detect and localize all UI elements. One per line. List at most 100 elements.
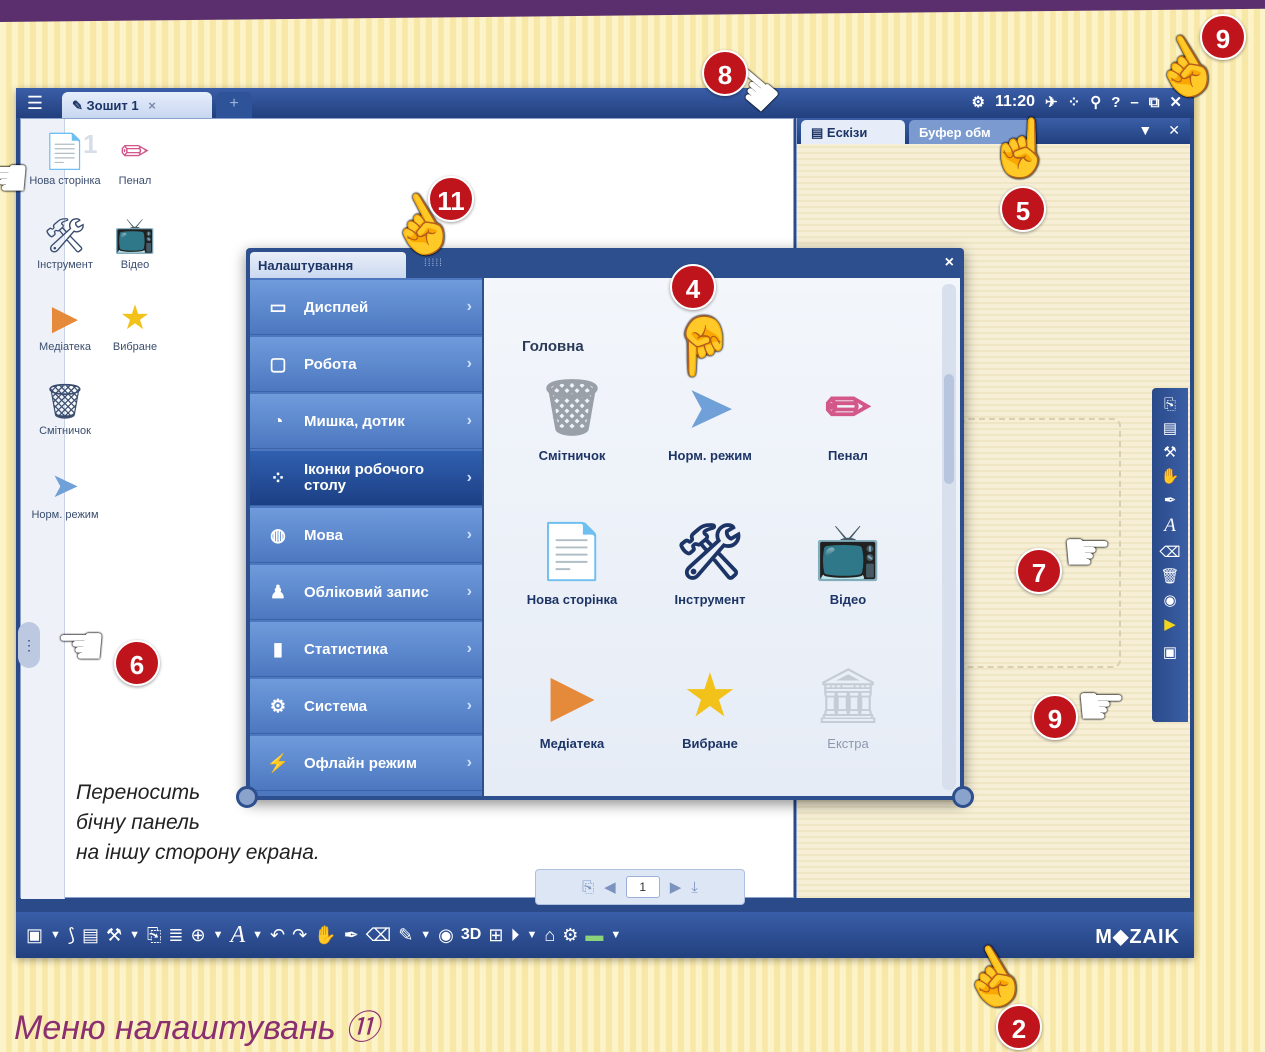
play-icon[interactable]: ▶ [1164, 615, 1176, 633]
new-page-icon[interactable]: ⎘ [147, 925, 161, 946]
menu-item-statistics[interactable]: ▮ Статистика › [250, 622, 482, 677]
board-icon[interactable]: ▣ [26, 925, 43, 946]
desk-icon-media[interactable]: ▶ Медіатека [25, 295, 105, 353]
tab-sketches[interactable]: ▤ Ескізи [801, 120, 905, 144]
dropdown-icon[interactable]: ▼ [252, 929, 263, 941]
content-item-pencil-case[interactable]: ✏ Пенал [778, 368, 918, 463]
add-page-icon[interactable]: ⎘ [582, 879, 594, 896]
minimize-toolbar-icon[interactable]: ▣ [1163, 643, 1177, 661]
help-icon[interactable]: ? [1111, 94, 1120, 111]
desk-icon-trash[interactable]: 🗑 Смітничок [25, 379, 105, 437]
side-panel-handle[interactable]: ⋮ [18, 622, 40, 668]
hand-icon[interactable]: ✋ [1161, 467, 1180, 485]
menu-item-desktop-icons[interactable]: ⁘ Іконки робочого столу › [250, 451, 482, 506]
tray-icon[interactable]: ▬ [585, 925, 603, 946]
3d-icon[interactable]: 3D [461, 926, 481, 944]
pointing-hand-icon: ☛ [1062, 520, 1113, 583]
scrollbar[interactable] [942, 284, 956, 790]
tools-icon[interactable]: ⚒ [106, 925, 122, 946]
pencil-cup-icon[interactable]: ✎ [398, 925, 413, 946]
pencil-case-icon: ✏ [120, 133, 150, 171]
zoom-icon[interactable]: ⊕ [190, 925, 205, 946]
content-item-cursor[interactable]: ➤ Норм. режим [640, 368, 780, 463]
dropdown-icon[interactable]: ▼ [213, 929, 224, 941]
dialog-anchor-right[interactable] [952, 786, 974, 808]
desk-icon-pencil-case[interactable]: ✏ Пенал [95, 129, 175, 187]
desk-icon-new-page[interactable]: 📄 Нова сторінка [25, 129, 105, 187]
grid-icon[interactable]: ⁘ [1068, 93, 1081, 111]
redo-icon[interactable]: ↷ [292, 925, 307, 946]
tab-close-button[interactable]: × [148, 98, 156, 113]
content-item-media[interactable]: ▶ Медіатека [502, 656, 642, 751]
menu-item-language[interactable]: ◍ Мова › [250, 508, 482, 563]
hand-icon[interactable]: ✋ [314, 925, 336, 946]
content-item-new-page[interactable]: 📄 Нова сторінка [502, 512, 642, 607]
media-icon[interactable]: ◉ [1163, 591, 1176, 609]
window-controls: ⚙ 11:20 ✈ ⁘ ⚲ ? – ⧉ ✕ [972, 93, 1182, 111]
trash-icon[interactable]: 🗑 [1160, 567, 1179, 585]
page-number-box[interactable]: 1 [625, 876, 660, 898]
text-icon[interactable]: A [1164, 515, 1176, 537]
media-icon[interactable]: ◉ [438, 925, 454, 946]
add-tab-button[interactable]: + [216, 92, 252, 118]
menu-item-display[interactable]: ▭ Дисплей › [250, 280, 482, 335]
content-item-extra[interactable]: 🏛 Екстра [778, 656, 918, 751]
callout-badge-8: 8 [702, 50, 748, 96]
play-icon[interactable]: ⏵ [510, 925, 519, 946]
menu-item-account[interactable]: ♟ Обліковий запис › [250, 565, 482, 620]
edit-page-icon[interactable]: ▤ [1163, 419, 1177, 437]
pin-icon[interactable]: ✈ [1045, 93, 1058, 111]
home-icon[interactable]: ⌂ [544, 925, 555, 946]
settings-dialog: Налаштування ⁞⁞⁞⁞⁞ × ▭ Дисплей › ▢ Робота › … [246, 248, 964, 800]
monitor-icon: ▭ [269, 296, 287, 317]
drag-handle[interactable]: ⁞⁞⁞⁞⁞ [424, 258, 443, 269]
menu-button[interactable]: ☰ [24, 93, 46, 113]
undo-icon[interactable]: ↶ [270, 925, 285, 946]
new-page-icon[interactable]: ⎘ [1164, 396, 1176, 413]
desk-icon-tools[interactable]: 🛠 Інструмент [25, 213, 105, 271]
menu-item-work[interactable]: ▢ Робота › [250, 337, 482, 392]
eraser-icon[interactable]: ⌫ [366, 925, 391, 946]
dropdown-icon[interactable]: ▼ [129, 929, 140, 941]
content-item-trash[interactable]: 🗑 Смітничок [502, 368, 642, 463]
settings-gear-icon[interactable]: ⚙ [562, 925, 578, 946]
search-icon[interactable]: ⚲ [1090, 93, 1101, 111]
desk-icon-cursor[interactable]: ➤ Норм. режим [25, 463, 105, 521]
restore-icon[interactable]: ⧉ [1149, 94, 1160, 111]
dropdown-icon[interactable]: ▼ [526, 929, 537, 941]
trash-icon: 🗑 [537, 378, 607, 438]
desk-icon-favorites[interactable]: ★ Вибране [95, 295, 175, 353]
settings-gear-icon[interactable]: ⚙ [972, 93, 985, 111]
dropdown-icon[interactable]: ▼ [50, 929, 61, 941]
minimize-icon[interactable]: – [1130, 94, 1138, 111]
layers-icon[interactable]: ⟆ [68, 925, 75, 946]
chevron-right-icon: › [466, 697, 472, 714]
pen-icon[interactable]: ✒ [1164, 491, 1177, 509]
panel-dropdown-icon[interactable]: ▼ [1138, 122, 1152, 139]
panel-close-icon[interactable]: ✕ [1168, 122, 1180, 139]
edit-page-icon[interactable]: ▤ [82, 925, 99, 946]
dictionary-icon[interactable]: ⊞ [488, 925, 503, 946]
scrollbar-thumb[interactable] [944, 374, 954, 484]
desk-icon-video[interactable]: 📺 Відео [95, 213, 175, 271]
menu-item-mouse[interactable]: ◔ Мишка, дотик › [250, 394, 482, 449]
tools-icon[interactable]: ⚒ [1163, 443, 1176, 461]
content-item-favorites[interactable]: ★ Вибране [640, 656, 780, 751]
next-page-icon[interactable]: ▶ [670, 878, 682, 896]
content-item-video[interactable]: 📺 Відео [778, 512, 918, 607]
eraser-icon[interactable]: ⌫ [1159, 543, 1180, 561]
list-icon[interactable]: ≣ [168, 925, 183, 946]
dropdown-icon[interactable]: ▼ [610, 929, 621, 941]
content-item-tools[interactable]: 🛠 Інструмент [640, 512, 780, 607]
menu-item-system[interactable]: ⚙ Система › [250, 679, 482, 734]
tab-notebook[interactable]: ✎ Зошит 1 × [62, 92, 212, 118]
media-library-icon: ▶ [51, 299, 79, 337]
text-icon[interactable]: A [230, 922, 245, 949]
dialog-close-button[interactable]: × [945, 254, 954, 272]
last-page-icon[interactable]: ⤓ [691, 879, 698, 896]
dropdown-icon[interactable]: ▼ [420, 929, 431, 941]
pen-icon[interactable]: ✒ [344, 925, 359, 946]
prev-page-icon[interactable]: ◀ [604, 878, 616, 896]
offline-icon: ⚡ [266, 752, 290, 773]
page-navigator: ⎘ ◀ 1 ▶ ⤓ [535, 869, 745, 905]
